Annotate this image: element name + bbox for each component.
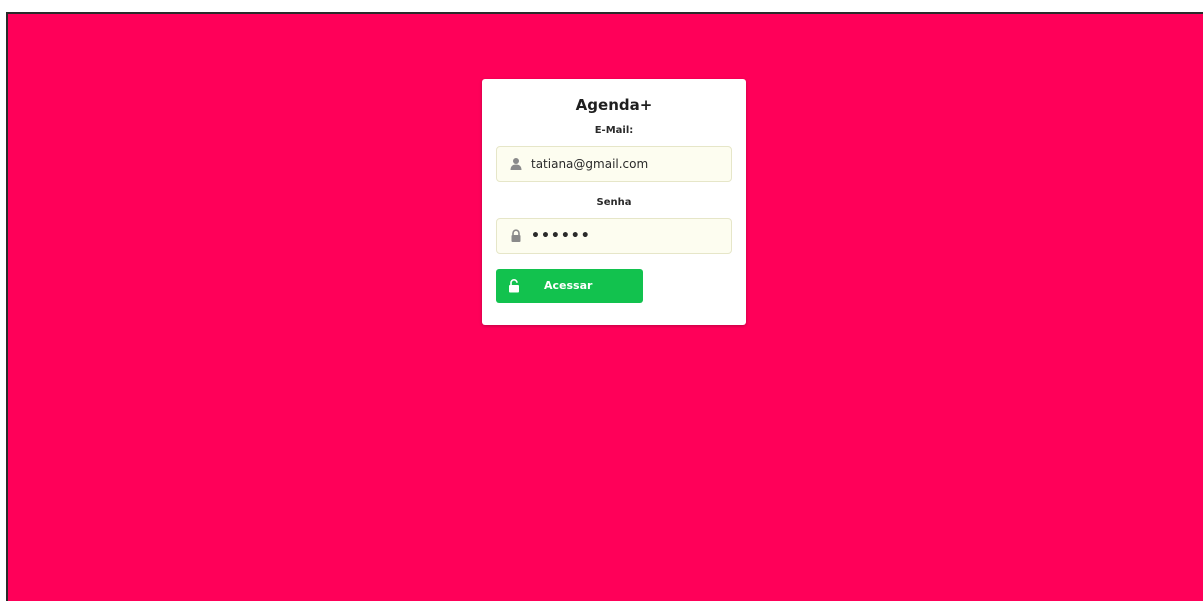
email-input[interactable]	[531, 147, 721, 181]
unlock-icon	[509, 279, 519, 293]
app-title: Agenda+	[575, 96, 653, 114]
login-button-label: Acessar	[544, 279, 593, 292]
password-input[interactable]	[531, 219, 721, 253]
login-card: Agenda+ E-Mail: Senha Acessar	[482, 79, 746, 325]
password-label: Senha	[596, 197, 632, 208]
password-field-wrapper	[496, 218, 732, 254]
email-field-wrapper	[496, 146, 732, 182]
email-label: E-Mail:	[594, 125, 634, 136]
login-button[interactable]: Acessar	[496, 269, 643, 303]
lock-icon	[511, 229, 521, 242]
user-icon	[510, 158, 522, 170]
page-background: Agenda+ E-Mail: Senha Acessar	[6, 12, 1203, 601]
